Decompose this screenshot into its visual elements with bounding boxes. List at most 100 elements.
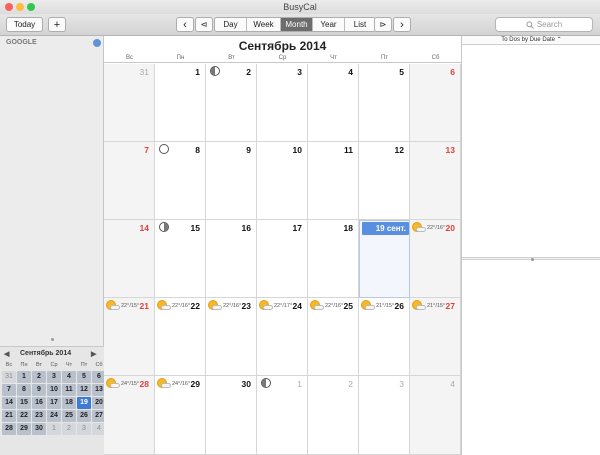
moon-phase-icon [159,144,169,154]
grip-icon [51,338,54,341]
day-cell[interactable]: 7 [104,142,155,220]
mini-day[interactable]: 7 [2,384,16,396]
day-number: 30 [241,379,251,389]
day-cell[interactable]: 1 [257,376,308,455]
day-cell[interactable]: 27 21°/15° [410,298,461,376]
day-cell[interactable]: 1 [155,64,206,142]
mini-day[interactable]: 5 [77,371,91,383]
partly-cloudy-icon [412,222,426,233]
todo-sort-selector[interactable]: To Dos by Due Date ⌃ [462,36,600,45]
next-period-button[interactable]: › [393,17,411,32]
forward-button[interactable]: ⊳ [374,17,392,32]
partly-cloudy-icon [157,378,171,389]
day-cell[interactable]: 13 [410,142,461,220]
title-bar: BusyCal [0,0,600,14]
day-cell[interactable]: 8 [155,142,206,220]
mini-day[interactable]: 9 [32,384,46,396]
back-button[interactable]: ⊲ [195,17,213,32]
day-cell[interactable]: 25 22°/16° [308,298,359,376]
day-number: 26 [394,301,404,311]
day-cell[interactable]: 6 [410,64,461,142]
day-cell[interactable]: 12 [359,142,410,220]
minimize-window-button[interactable] [16,3,24,11]
day-cell[interactable]: 28 24°/15° [104,376,155,455]
weather-forecast: 21°/15° [412,300,445,311]
day-cell[interactable]: 2 [206,64,257,142]
mini-next-button[interactable]: ▶ [91,350,96,358]
mini-day[interactable]: 24 [47,410,61,422]
day-cell[interactable]: 5 [359,64,410,142]
mini-day[interactable]: 29 [17,423,31,435]
day-cell[interactable]: 20 22°/16° [410,220,461,298]
day-cell[interactable]: 29 24°/16° [155,376,206,455]
mini-day[interactable]: 25 [62,410,76,422]
mini-day[interactable]: 3 [47,371,61,383]
mini-day[interactable]: 2 [32,371,46,383]
day-cell[interactable]: 19 сент. [359,220,410,298]
mini-day[interactable]: 18 [62,397,76,409]
zoom-window-button[interactable] [27,3,35,11]
day-cell[interactable]: 15 [155,220,206,298]
day-cell[interactable]: 4 [410,376,461,455]
mini-day[interactable]: 17 [47,397,61,409]
mini-day[interactable]: 28 [2,423,16,435]
search-field[interactable]: Search [495,17,593,32]
todo-splitter[interactable] [462,257,600,261]
day-cell[interactable]: 21 22°/15° [104,298,155,376]
weather-forecast: 22°/17° [259,300,292,311]
day-cell[interactable]: 14 [104,220,155,298]
day-cell[interactable]: 3 [257,64,308,142]
day-cell[interactable]: 18 [308,220,359,298]
mini-day[interactable]: 8 [17,384,31,396]
day-cell[interactable]: 11 [308,142,359,220]
view-month-button[interactable]: Month [281,18,313,31]
mini-day[interactable]: 11 [62,384,76,396]
mini-day[interactable]: 30 [32,423,46,435]
day-cell[interactable]: 3 [359,376,410,455]
mini-day[interactable]: 10 [47,384,61,396]
day-cell[interactable]: 4 [308,64,359,142]
mini-day[interactable]: 21 [2,410,16,422]
view-week-button[interactable]: Week [247,18,281,31]
mini-day[interactable]: 15 [17,397,31,409]
day-cell[interactable]: 9 [206,142,257,220]
mini-day[interactable]: 14 [2,397,16,409]
mini-day[interactable]: 19 [77,397,91,409]
mini-day[interactable]: 3 [77,423,91,435]
mini-day[interactable]: 22 [17,410,31,422]
day-cell[interactable]: 17 [257,220,308,298]
day-cell[interactable]: 10 [257,142,308,220]
weather-temperature: 22°/15° [121,302,140,309]
view-year-button[interactable]: Year [313,18,345,31]
mini-prev-button[interactable]: ◀ [4,350,9,358]
sidebar-splitter[interactable] [0,338,104,341]
moon-phase-icon [159,222,169,232]
day-cell[interactable]: 24 22°/17° [257,298,308,376]
mini-day[interactable]: 2 [62,423,76,435]
add-event-button[interactable]: + [48,17,66,32]
mini-day[interactable]: 31 [2,371,16,383]
weather-forecast: 22°/16° [412,222,445,233]
day-cell[interactable]: 2 [308,376,359,455]
mini-day[interactable]: 26 [77,410,91,422]
view-list-button[interactable]: List [345,18,375,31]
day-cell[interactable]: 30 [206,376,257,455]
mini-day[interactable]: 12 [77,384,91,396]
mini-day[interactable]: 1 [17,371,31,383]
view-day-button[interactable]: Day [215,18,247,31]
mini-day[interactable]: 16 [32,397,46,409]
day-number: 2 [246,67,251,77]
day-cell[interactable]: 31 [104,64,155,142]
day-cell[interactable]: 26 21°/15° [359,298,410,376]
close-window-button[interactable] [5,3,13,11]
mini-day[interactable]: 4 [62,371,76,383]
mini-day[interactable]: 1 [47,423,61,435]
day-cell[interactable]: 22 22°/16° [155,298,206,376]
prev-period-button[interactable]: ‹ [176,17,194,32]
mini-day[interactable]: 23 [32,410,46,422]
day-cell[interactable]: 23 22°/16° [206,298,257,376]
moon-phase-icon [210,66,220,76]
sync-icon[interactable] [93,39,101,47]
day-cell[interactable]: 16 [206,220,257,298]
today-button[interactable]: Today [6,17,43,32]
